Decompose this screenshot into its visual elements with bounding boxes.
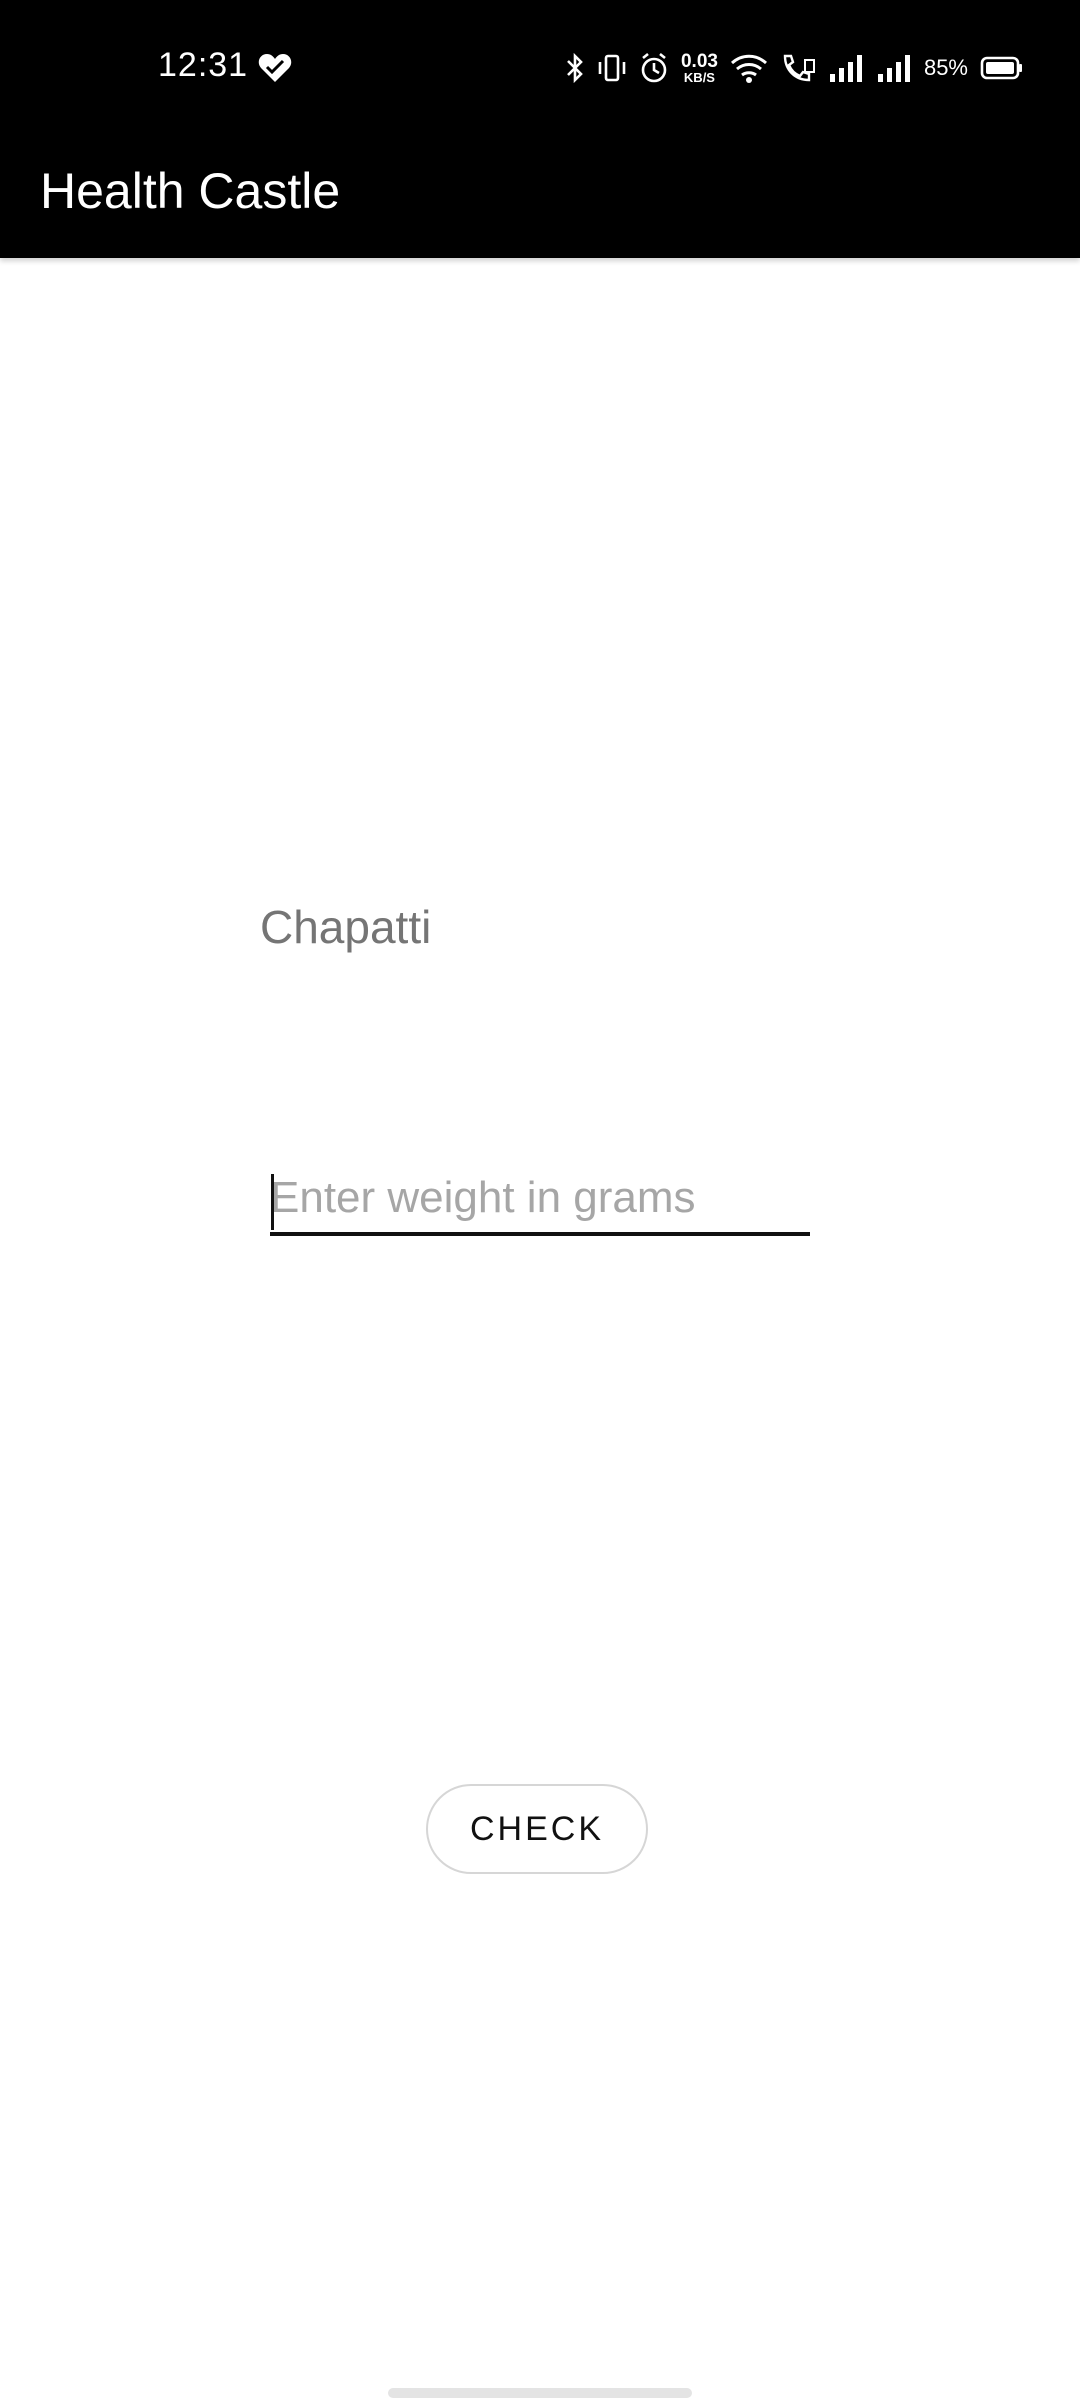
wifi-icon	[730, 52, 768, 84]
bluetooth-icon	[565, 52, 585, 84]
battery-icon	[980, 52, 1024, 84]
check-button[interactable]: CHECK	[426, 1784, 648, 1874]
net-speed: 0.03 KB/S	[681, 52, 718, 84]
weight-input[interactable]	[270, 1164, 810, 1236]
status-icons: 0.03 KB/S 85%	[565, 44, 1024, 92]
status-time: 12:31	[158, 46, 249, 84]
signal-icon	[876, 52, 912, 84]
battery-percent: 85%	[923, 55, 968, 80]
net-speed-value: 0.03	[680, 51, 718, 72]
signal-icon	[828, 52, 864, 84]
alarm-icon	[639, 52, 669, 84]
heart-icon	[258, 52, 292, 84]
text-cursor	[271, 1174, 274, 1230]
volte-call-icon	[780, 52, 816, 84]
app-bar: Health Castle	[0, 136, 1080, 258]
food-name-label: Chapatti	[260, 901, 432, 953]
net-speed-unit: KB/S	[683, 70, 715, 85]
app-title: Health Castle	[40, 163, 341, 219]
vibrate-icon	[597, 52, 627, 84]
home-indicator[interactable]	[388, 2388, 692, 2398]
status-bar: 12:31 0.03 KB/S 85%	[0, 0, 1080, 136]
